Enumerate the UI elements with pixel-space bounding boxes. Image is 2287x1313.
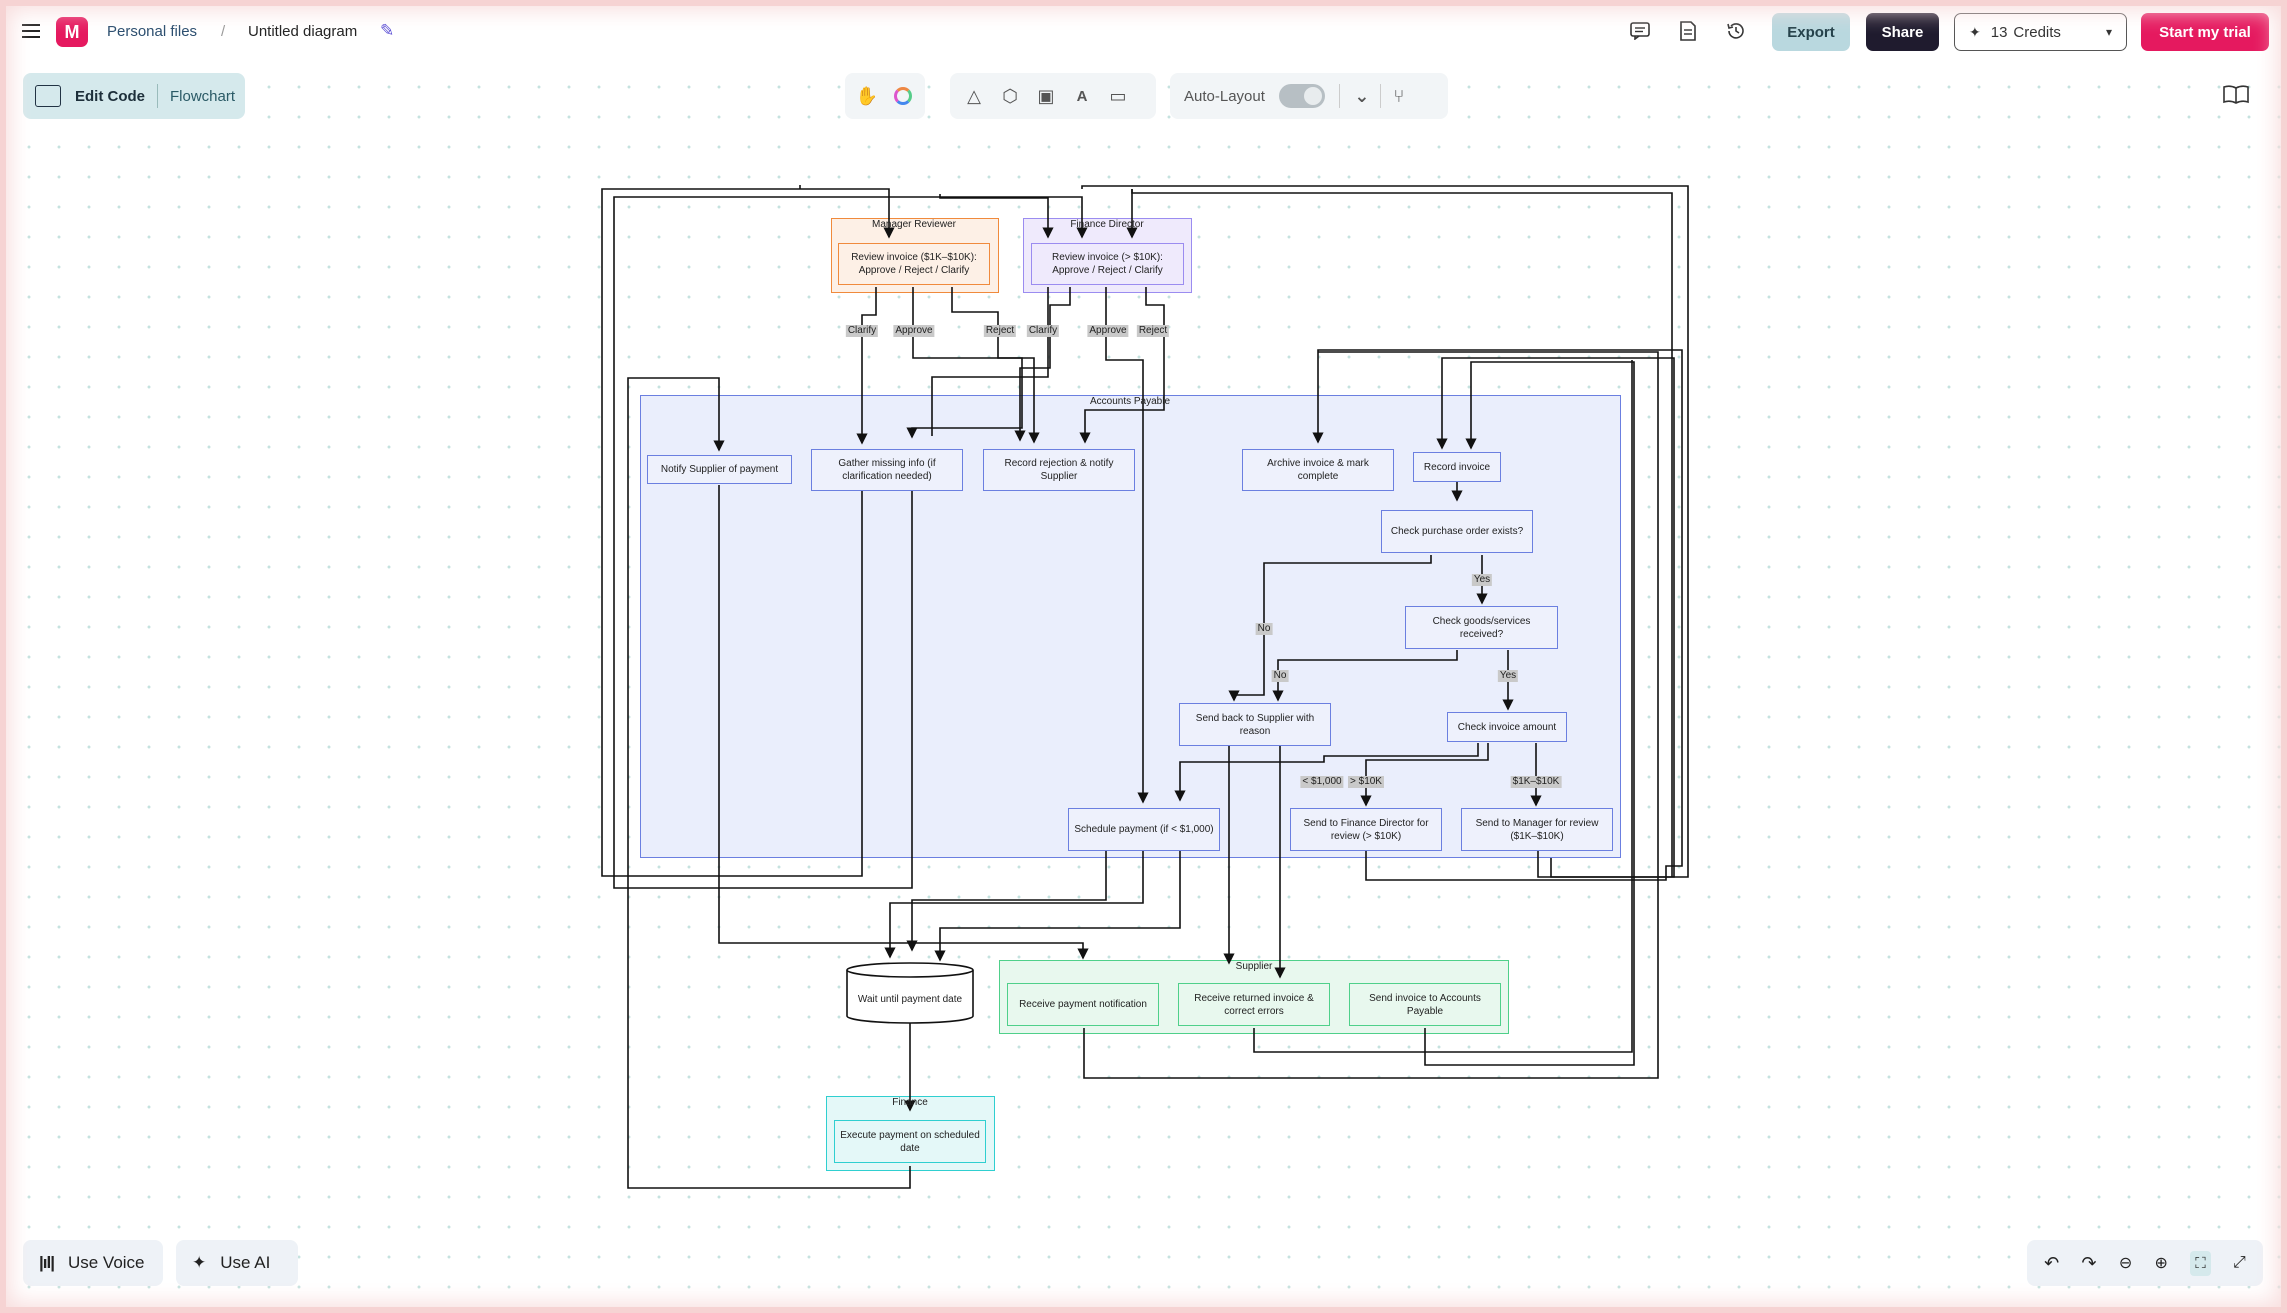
edge-label-amount-high: > $10K — [1348, 776, 1384, 788]
node-check-po[interactable]: Check purchase order exists? — [1381, 510, 1533, 553]
layout-toolbar: Auto-Layout ⌄ ⑂ — [1170, 73, 1448, 119]
node-manager-review[interactable]: Review invoice ($1K–$10K): Approve / Rej… — [838, 243, 990, 285]
pan-color-toolbar: ✋ — [845, 73, 925, 119]
node-record-rejection[interactable]: Record rejection & notify Supplier — [983, 449, 1135, 491]
node-send-manager[interactable]: Send to Manager for review ($1K–$10K) — [1461, 808, 1613, 851]
redo-icon[interactable]: ↷ — [2081, 1253, 2096, 1274]
group-label-accounts-payable: Accounts Payable — [1089, 396, 1171, 407]
use-ai-label: Use AI — [220, 1253, 271, 1272]
text-icon[interactable]: A — [1064, 78, 1100, 114]
group-label-manager: Manager Reviewer — [872, 219, 956, 230]
use-ai-button[interactable]: ✦ Use AI — [176, 1240, 298, 1286]
auto-layout-label: Auto-Layout — [1184, 87, 1265, 105]
node-director-review[interactable]: Review invoice (> $10K): Approve / Rejec… — [1031, 243, 1184, 285]
edge-label-manager-reject: Reject — [983, 325, 1017, 337]
sparkle-icon: ✦ — [1969, 23, 1981, 40]
node-receive-payment[interactable]: Receive payment notification — [1007, 983, 1159, 1026]
node-notify-supplier[interactable]: Notify Supplier of payment — [647, 455, 792, 484]
export-button[interactable]: Export — [1772, 13, 1850, 51]
node-wait-payment[interactable]: Wait until payment date — [849, 982, 971, 1016]
chevron-down-icon: ▾ — [2105, 25, 2112, 39]
node-gather-info[interactable]: Gather missing info (if clarification ne… — [811, 449, 963, 491]
diagram-connectors — [601, 185, 1689, 1189]
app-logo-icon[interactable]: M — [56, 17, 88, 47]
credits-dropdown[interactable]: ✦ 13 Credits ▾ — [1954, 13, 2127, 51]
frame-icon[interactable]: ▭ — [1100, 78, 1136, 114]
branch-icon[interactable]: ⑂ — [1381, 78, 1417, 114]
color-wheel-icon[interactable] — [885, 78, 921, 114]
mode-toolbar: Edit Code Flowchart — [23, 73, 245, 119]
group-label-finance: Finance — [892, 1097, 928, 1108]
edge-label-po-yes: Yes — [1471, 574, 1493, 586]
toolbar-divider — [157, 84, 158, 108]
node-record-invoice[interactable]: Record invoice — [1413, 452, 1501, 482]
edge-label-manager-clarify: Clarify — [845, 325, 879, 337]
use-voice-button[interactable]: |ıl| Use Voice — [23, 1240, 163, 1286]
node-check-goods[interactable]: Check goods/services received? — [1405, 606, 1558, 649]
edge-label-amount-low: < $1,000 — [1300, 776, 1344, 788]
insert-toolbar: △ ⬡ ▣ A ▭ — [950, 73, 1156, 119]
breadcrumb-personal-files[interactable]: Personal files — [107, 0, 197, 62]
edge-label-goods-no: No — [1271, 670, 1289, 682]
edge-label-amount-mid: $1K–$10K — [1510, 776, 1562, 788]
use-voice-label: Use Voice — [67, 1253, 145, 1272]
node-archive[interactable]: Archive invoice & mark complete — [1242, 449, 1394, 491]
image-icon[interactable]: ▣ — [1028, 78, 1064, 114]
node-send-director[interactable]: Send to Finance Director for review (> $… — [1290, 808, 1442, 851]
sparkle-icon: ✦ — [192, 1253, 207, 1272]
auto-layout-toggle[interactable] — [1278, 84, 1325, 108]
hand-pan-icon[interactable]: ✋ — [849, 78, 885, 114]
node-check-amount[interactable]: Check invoice amount — [1447, 712, 1567, 742]
node-execute-payment[interactable]: Execute payment on scheduled date — [834, 1120, 986, 1163]
credits-count: 13 — [1990, 23, 2008, 41]
diagram-title[interactable]: Untitled diagram — [248, 0, 357, 62]
edge-label-director-clarify: Clarify — [1026, 325, 1060, 337]
undo-icon[interactable]: ↶ — [2044, 1253, 2059, 1274]
group-label-supplier: Supplier — [1235, 961, 1273, 972]
node-schedule-payment[interactable]: Schedule payment (if < $1,000) — [1068, 808, 1220, 851]
edit-code-button[interactable]: Edit Code — [75, 88, 145, 105]
cube-icon[interactable]: ⬡ — [992, 78, 1028, 114]
zoom-out-icon[interactable]: ⊖ — [2119, 1253, 2132, 1273]
start-trial-button[interactable]: Start my trial — [2141, 13, 2269, 51]
edge-label-po-no: No — [1255, 623, 1273, 635]
history-icon[interactable] — [1723, 18, 1749, 44]
edge-label-manager-approve: Approve — [893, 325, 935, 337]
fit-view-icon[interactable]: ⛶ — [2190, 1250, 2211, 1276]
edge-label-goods-yes: Yes — [1497, 670, 1519, 682]
node-send-back[interactable]: Send back to Supplier with reason — [1179, 703, 1331, 746]
fullscreen-icon[interactable]: ⤢ — [2233, 1254, 2246, 1272]
code-editor-icon[interactable] — [35, 85, 61, 107]
breadcrumb-separator: / — [221, 22, 226, 40]
share-button[interactable]: Share — [1866, 13, 1939, 51]
group-label-finance-director: Finance Director — [1070, 219, 1144, 230]
edge-label-director-reject: Reject — [1136, 325, 1170, 337]
chevrons-down-icon[interactable]: ⌄ — [1344, 78, 1380, 114]
credits-label: Credits — [2013, 23, 2061, 41]
book-icon[interactable] — [2223, 84, 2253, 108]
zoom-in-icon[interactable]: ⊕ — [2155, 1253, 2168, 1273]
document-icon[interactable] — [1675, 18, 1701, 44]
node-receive-returned[interactable]: Receive returned invoice & correct error… — [1178, 983, 1330, 1026]
shapes-icon[interactable]: △ — [956, 78, 992, 114]
top-bar: M Personal files / Untitled diagram ✎ Ex… — [0, 0, 2287, 62]
toolbar-divider — [1338, 84, 1340, 108]
waveform-icon: |ıl| — [39, 1253, 55, 1272]
zoom-toolbar: ↶ ↷ ⊖ ⊕ ⛶ ⤢ — [2027, 1240, 2263, 1286]
edge-label-director-approve: Approve — [1087, 325, 1129, 337]
node-send-invoice[interactable]: Send invoice to Accounts Payable — [1349, 983, 1501, 1026]
diagram-type-selector[interactable]: Flowchart — [170, 88, 235, 105]
comment-icon[interactable] — [1627, 18, 1653, 44]
menu-icon[interactable] — [22, 0, 42, 62]
magic-rename-icon[interactable]: ✎ — [380, 0, 394, 62]
